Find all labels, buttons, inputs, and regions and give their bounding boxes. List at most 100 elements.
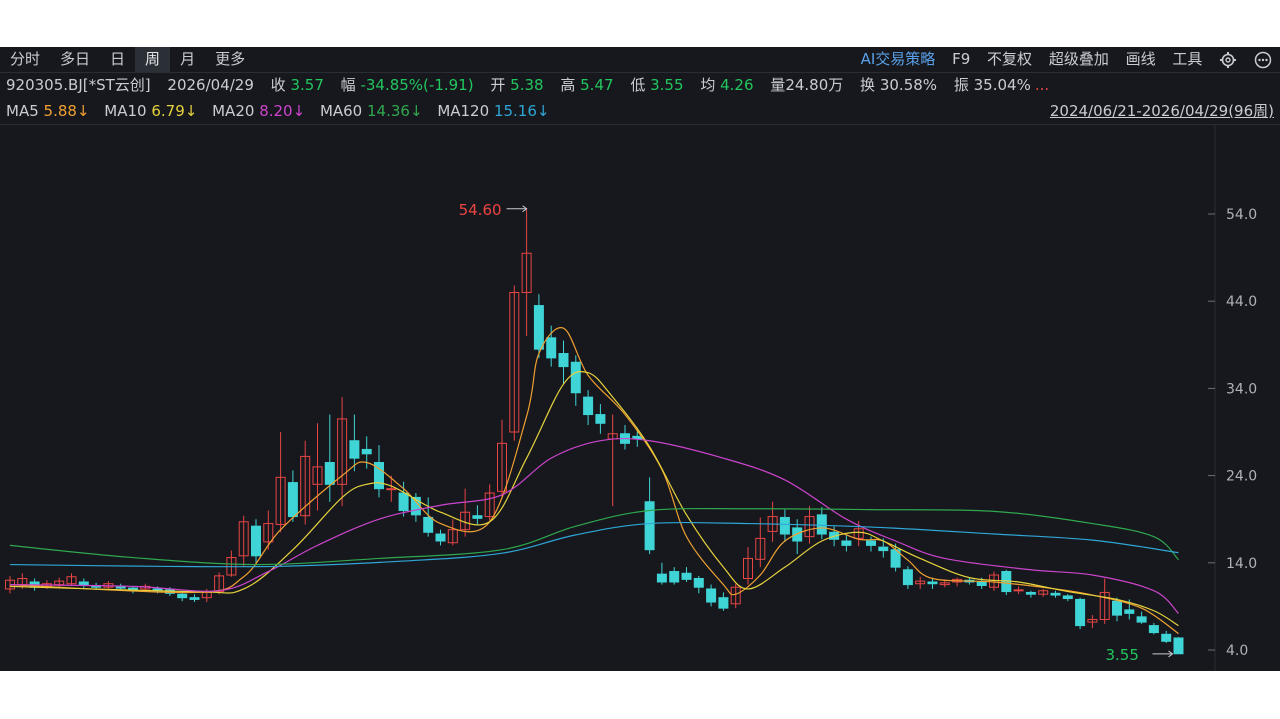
amplitude-value: 35.04% — [973, 76, 1031, 94]
candle-down — [792, 527, 803, 542]
candle-down — [595, 414, 606, 424]
candle-down — [570, 361, 581, 394]
low-value: 3.55 — [650, 76, 684, 94]
ma-legend-bar: MA5 5.88↓ MA10 6.79↓ MA20 8.20↓ MA60 14.… — [0, 99, 1280, 125]
stock-code: 920305.BJ[*ST云创] — [6, 76, 151, 94]
candle-down — [1148, 625, 1159, 634]
avg-value: 4.26 — [720, 76, 754, 94]
volume-label: 量 — [770, 76, 786, 94]
f9-button[interactable]: F9 — [952, 47, 970, 72]
ma60-value: 14.36↓ — [367, 102, 423, 120]
ma20-label: MA20 — [212, 102, 255, 120]
candlestick-chart[interactable]: 54.0 44.0 34.0 24.0 14.0 4.0 54.60 3.55 — [0, 125, 1280, 671]
y-tick-label: 24.0 — [1226, 469, 1257, 485]
y-tick-label: 4.0 — [1226, 643, 1248, 659]
toolbar: AI交易策略 F9 不复权 超级叠加 画线 工具 — [849, 47, 1272, 72]
candle-down — [1050, 592, 1061, 596]
gear-icon[interactable] — [1219, 47, 1237, 72]
ma120-label: MA120 — [437, 102, 490, 120]
tab-multi-day[interactable]: 多日 — [50, 47, 100, 72]
candle-down — [583, 396, 594, 416]
ma5-value: 5.88↓ — [43, 102, 90, 120]
avg-label: 均 — [700, 76, 716, 94]
candle-down — [1062, 595, 1073, 600]
high-annotation: 54.60 — [459, 201, 502, 219]
high-value: 5.47 — [580, 76, 614, 94]
adjust-select[interactable]: 不复权 — [987, 47, 1032, 72]
candle-down — [398, 492, 409, 511]
candle-down — [533, 305, 544, 350]
candle-down — [718, 597, 729, 609]
candle-down — [841, 540, 852, 546]
ma60-label: MA60 — [319, 102, 363, 120]
change-value: -34.85%(-1.91) — [360, 76, 474, 94]
ma20-value: 8.20↓ — [259, 102, 306, 120]
amplitude-label: 振 — [953, 76, 969, 94]
open-value: 5.38 — [510, 76, 544, 94]
candle-down — [1136, 616, 1147, 623]
candle-down — [435, 533, 446, 542]
ma10-label: MA10 — [104, 102, 147, 120]
candle-down — [878, 546, 889, 552]
more-dots[interactable]: ... — [1035, 76, 1049, 94]
low-label: 低 — [630, 76, 646, 94]
y-tick-label: 34.0 — [1226, 381, 1257, 397]
candle-down — [681, 572, 692, 580]
change-label: 幅 — [340, 76, 356, 94]
candle-down — [423, 516, 434, 533]
candle-down — [669, 571, 680, 583]
open-label: 开 — [490, 76, 506, 94]
close-value: 3.57 — [290, 76, 324, 94]
candle-up — [1013, 589, 1024, 592]
low-annotation: 3.55 — [1106, 646, 1139, 664]
candle-down — [1124, 609, 1135, 614]
candle-down — [1075, 598, 1086, 627]
volume-value: 24.80万 — [785, 76, 844, 94]
candle-down — [1112, 600, 1122, 616]
turnover-label: 换 — [860, 76, 876, 94]
high-label: 高 — [560, 76, 576, 94]
candle-down — [1173, 637, 1184, 655]
tab-week[interactable]: 周 — [135, 47, 171, 72]
draw-line-button[interactable]: 画线 — [1126, 47, 1156, 72]
ma5-label: MA5 — [6, 102, 39, 120]
tab-day[interactable]: 日 — [100, 47, 135, 72]
candle-down — [976, 581, 987, 586]
candle-down — [1161, 633, 1172, 642]
candle-down — [287, 482, 298, 518]
candle-down — [251, 525, 261, 557]
candle-down — [927, 581, 938, 585]
candle-down — [361, 448, 372, 455]
y-tick-label: 54.0 — [1226, 207, 1257, 223]
candle-down — [644, 501, 655, 551]
date-range-link[interactable]: 2024/06/21-2026/04/29(96周) — [1050, 99, 1274, 124]
candle-down — [706, 588, 717, 603]
candle-down — [816, 514, 827, 535]
candle-down — [779, 516, 790, 535]
candle-down — [558, 353, 569, 368]
y-tick-label: 44.0 — [1226, 294, 1257, 310]
tab-more[interactable]: 更多 — [205, 47, 255, 72]
overlay-button[interactable]: 超级叠加 — [1049, 47, 1109, 72]
ma10-value: 6.79↓ — [151, 102, 198, 120]
candle-down — [349, 440, 360, 459]
quote-info-bar: 920305.BJ[*ST云创] 2026/04/29 收 3.57 幅 -34… — [0, 73, 1280, 98]
candle-down — [656, 573, 667, 583]
ai-strategy-button[interactable]: AI交易策略 — [861, 47, 936, 72]
close-label: 收 — [270, 76, 286, 94]
ma120-value: 15.16↓ — [493, 102, 550, 120]
more-icon[interactable] — [1254, 47, 1272, 72]
tools-button[interactable]: 工具 — [1172, 47, 1202, 72]
tab-month[interactable]: 月 — [170, 47, 205, 72]
candle-down — [472, 515, 483, 519]
candle-down — [902, 569, 913, 586]
ma-line-ma120 — [9, 521, 1179, 568]
candle-down — [1025, 591, 1036, 595]
candle-down — [693, 577, 704, 588]
candle-down — [189, 597, 200, 600]
tab-intraday[interactable]: 分时 — [0, 47, 50, 72]
candle-down — [177, 593, 188, 599]
candle-down — [324, 462, 335, 485]
turnover-value: 30.58% — [879, 76, 938, 94]
y-tick-label: 14.0 — [1226, 556, 1257, 572]
